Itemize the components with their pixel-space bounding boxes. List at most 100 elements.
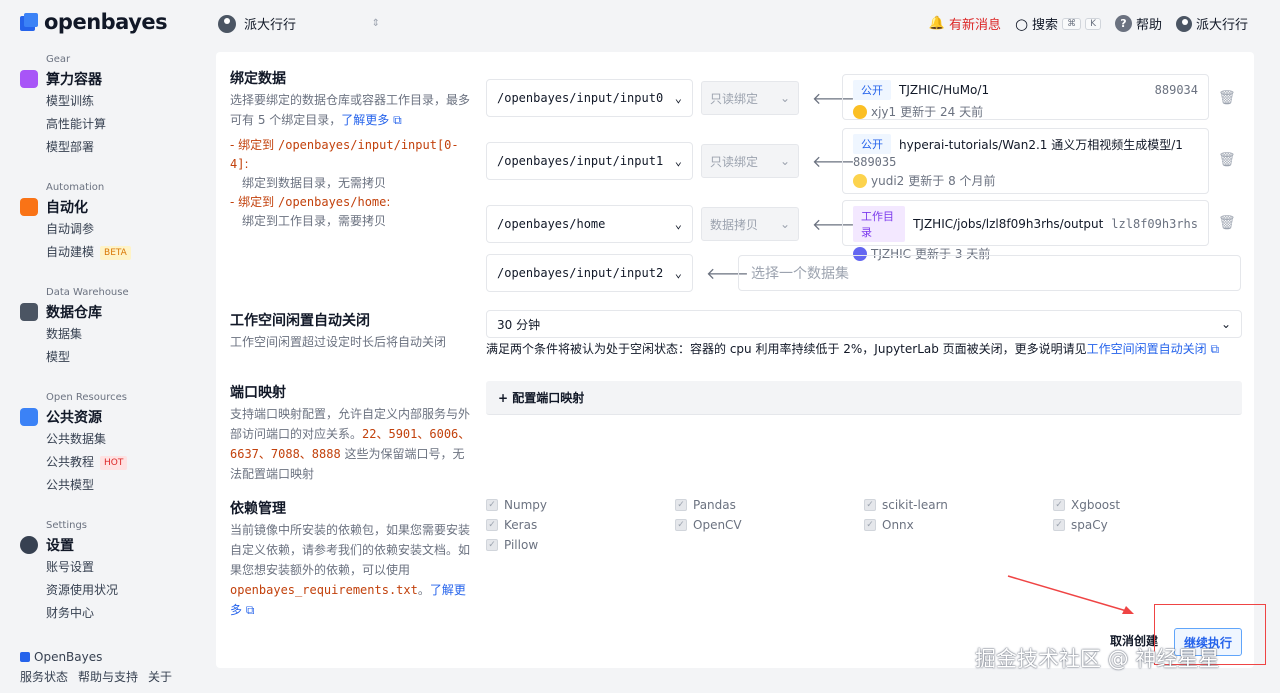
checkbox-icon: ✓ — [486, 539, 498, 551]
visibility-badge: 公开 — [853, 134, 891, 154]
nav-item-finance[interactable]: 财务中心 — [46, 602, 118, 625]
nav-item-automodel[interactable]: 自动建模 BETA — [46, 241, 131, 264]
chevron-down-icon: ⌄ — [674, 91, 682, 105]
chevron-down-icon: ⌄ — [779, 91, 790, 105]
footer-links: 服务状态 帮助与支持 关于 — [20, 668, 172, 685]
dataset-card[interactable]: 公开 TJZHIC/HuMo/1 889034 xjy1 更新于 24 天前 — [842, 74, 1209, 120]
chevron-down-icon: ⌄ — [674, 266, 682, 280]
chevron-down-icon: ⌄ — [674, 154, 682, 168]
chevron-updown-icon: ⇕ — [371, 18, 380, 29]
mount-path-select[interactable]: /openbayes/input/input2 ⌄ — [486, 254, 693, 292]
nav-head-label: 公共资源 — [46, 410, 102, 426]
trash-icon[interactable]: 🗑 — [1218, 215, 1236, 231]
nav-item-training[interactable]: 模型训练 — [46, 90, 106, 113]
nav-group-gear: Gear 算力容器 模型训练 高性能计算 模型部署 — [20, 54, 106, 159]
nav-head-public[interactable]: 公共资源 — [20, 406, 127, 428]
gear-icon — [20, 536, 38, 554]
news-button[interactable]: 🔔 有新消息 — [929, 14, 1001, 33]
nav-head-data[interactable]: 数据仓库 — [20, 301, 129, 323]
mount-mode-value: 数据拷贝 — [710, 217, 759, 232]
port-title: 端口映射 — [230, 385, 286, 401]
dep-item: ✓ scikit-learn — [864, 498, 1053, 512]
dep-item: ✓ Numpy — [486, 498, 675, 512]
chevron-down-icon: ⌄ — [1220, 317, 1231, 331]
idle-doc-link[interactable]: 工作空间闲置自动关闭 — [1087, 342, 1207, 356]
binding-learn-more-link[interactable]: 了解更多 — [341, 113, 389, 127]
dataset-id: 889034 — [1154, 83, 1198, 97]
nav-item-account[interactable]: 账号设置 — [46, 556, 118, 579]
dep-label: scikit-learn — [882, 498, 948, 512]
deps-sep: 。 — [417, 583, 430, 597]
help-button[interactable]: ? 帮助 — [1114, 14, 1162, 33]
avatar-icon — [853, 104, 867, 119]
trash-icon[interactable]: 🗑 — [1218, 152, 1236, 168]
nav-item-autotune[interactable]: 自动调参 — [46, 218, 131, 241]
hot-badge: HOT — [100, 455, 128, 470]
mount-path-select[interactable]: /openbayes/home ⌄ — [486, 205, 693, 243]
mount-path-select[interactable]: /openbayes/input/input0 ⌄ — [486, 79, 693, 117]
nav-item-label: 公共教程 — [46, 455, 95, 469]
nav-item-public-models[interactable]: 公共模型 — [46, 474, 127, 497]
footer-link-status[interactable]: 服务状态 — [20, 668, 68, 685]
mount-path-select[interactable]: /openbayes/input/input1 ⌄ — [486, 142, 693, 180]
search-label: 搜索 — [1032, 18, 1059, 33]
dataset-name: TJZHIC/jobs/lzl8f09h3rhs/output — [913, 217, 1104, 231]
nav-head-settings[interactable]: 设置 — [20, 534, 118, 556]
bullet-input: - 绑定到 /openbayes/input/input[0-4]: — [230, 138, 459, 171]
dataset-owner: yudi2 — [871, 173, 905, 188]
nav-group-settings: Settings 设置 账号设置 资源使用状况 财务中心 — [20, 520, 118, 625]
logo-icon — [20, 13, 38, 31]
nav-head-label: 设置 — [46, 538, 74, 554]
bullet-prefix: 绑定到 — [238, 195, 275, 209]
mount-mode-select[interactable]: 只读绑定 ⌄ — [701, 81, 799, 115]
dep-item: ✓ Onnx — [864, 518, 1053, 532]
trash-icon[interactable]: 🗑 — [1218, 90, 1236, 106]
binding-desc: 选择要绑定的数据仓库或容器工作目录，最多可有 5 个绑定目录，了解更多 ⧉ — [230, 90, 474, 130]
nav-item-models[interactable]: 模型 — [46, 346, 129, 369]
mount-mode-select[interactable]: 数据拷贝 ⌄ — [701, 207, 799, 241]
workspace-select[interactable]: 派大行行 ⇕ — [218, 14, 380, 33]
checkbox-icon: ✓ — [675, 499, 687, 511]
idle-timeout-value: 30 分钟 — [497, 317, 541, 332]
mount-path-value: /openbayes/input/input2 — [497, 266, 664, 280]
dep-item: ✓ Pillow — [486, 538, 675, 552]
binding-title: 绑定数据 — [230, 71, 286, 87]
watermark: 掘金技术社区 @ 神经星星 — [975, 647, 1220, 671]
chevron-down-icon: ⌄ — [674, 217, 682, 231]
search-icon: ○ — [1014, 14, 1029, 33]
bullet-home: - 绑定到 /openbayes/home: — [230, 195, 391, 209]
deps-title: 依赖管理 — [230, 501, 286, 517]
help-icon: ? — [1114, 15, 1132, 32]
nav-item-public-tutorials[interactable]: 公共教程 HOT — [46, 451, 128, 474]
user-menu[interactable]: 派大行行 — [1175, 14, 1248, 33]
avatar-icon — [853, 173, 867, 188]
dataset-select[interactable]: 选择一个数据集 — [738, 255, 1241, 291]
logo[interactable]: openbayes — [20, 10, 168, 34]
annotation-arrow — [1007, 575, 1134, 614]
workdir-card[interactable]: 工作目录 TJZHIC/jobs/lzl8f09h3rhs/output lzl8f… — [842, 200, 1209, 261]
nav-item-hpc[interactable]: 高性能计算 — [46, 113, 106, 136]
nav-eyebrow: Settings — [46, 520, 88, 531]
footer-link-about[interactable]: 关于 — [148, 668, 172, 685]
database-icon — [20, 303, 38, 321]
idle-note: 满足两个条件将被认为处于空闲状态：容器的 cpu 利用率持续低于 2%，Jupy… — [486, 340, 1219, 357]
add-port-mapping-button[interactable]: + 配置端口映射 — [486, 381, 1242, 415]
nav-head-automation[interactable]: 自动化 — [20, 196, 131, 218]
deps-desc: 当前镜像中所安装的依赖包，如果您需要安装自定义依赖，请参考我们的依赖安装文档。如… — [230, 520, 474, 620]
deps-list: ✓ Numpy ✓ Pandas ✓ scikit-learn ✓ Xgboost ✓ K… — [486, 498, 1242, 552]
nav-item-deploy[interactable]: 模型部署 — [46, 136, 106, 159]
dep-label: Pillow — [504, 538, 539, 552]
dataset-card-head: 工作目录 TJZHIC/jobs/lzl8f09h3rhs/output lzl8f… — [853, 206, 1198, 242]
footer-link-help[interactable]: 帮助与支持 — [78, 668, 138, 685]
dataset-id: lzl8f09h3rhs — [1111, 217, 1198, 231]
idle-timeout-select[interactable]: 30 分钟 ⌄ — [486, 310, 1242, 338]
mount-mode-select[interactable]: 只读绑定 ⌄ — [701, 144, 799, 178]
dataset-card[interactable]: 公开 hyperai-tutorials/Wan2.1 通义万相视频生成模型/1 … — [842, 128, 1209, 194]
search-button[interactable]: ○ 搜索 ⌘ K — [1015, 14, 1101, 33]
port-desc: 支持端口映射配置，允许自定义内部服务与外部访问端口的对应关系。22、5901、6… — [230, 404, 474, 484]
dep-item: ✓ Pandas — [675, 498, 864, 512]
nav-item-datasets[interactable]: 数据集 — [46, 323, 129, 346]
nav-item-usage[interactable]: 资源使用状况 — [46, 579, 118, 602]
nav-head-compute[interactable]: 算力容器 — [20, 68, 106, 90]
nav-item-public-datasets[interactable]: 公共数据集 — [46, 428, 127, 451]
